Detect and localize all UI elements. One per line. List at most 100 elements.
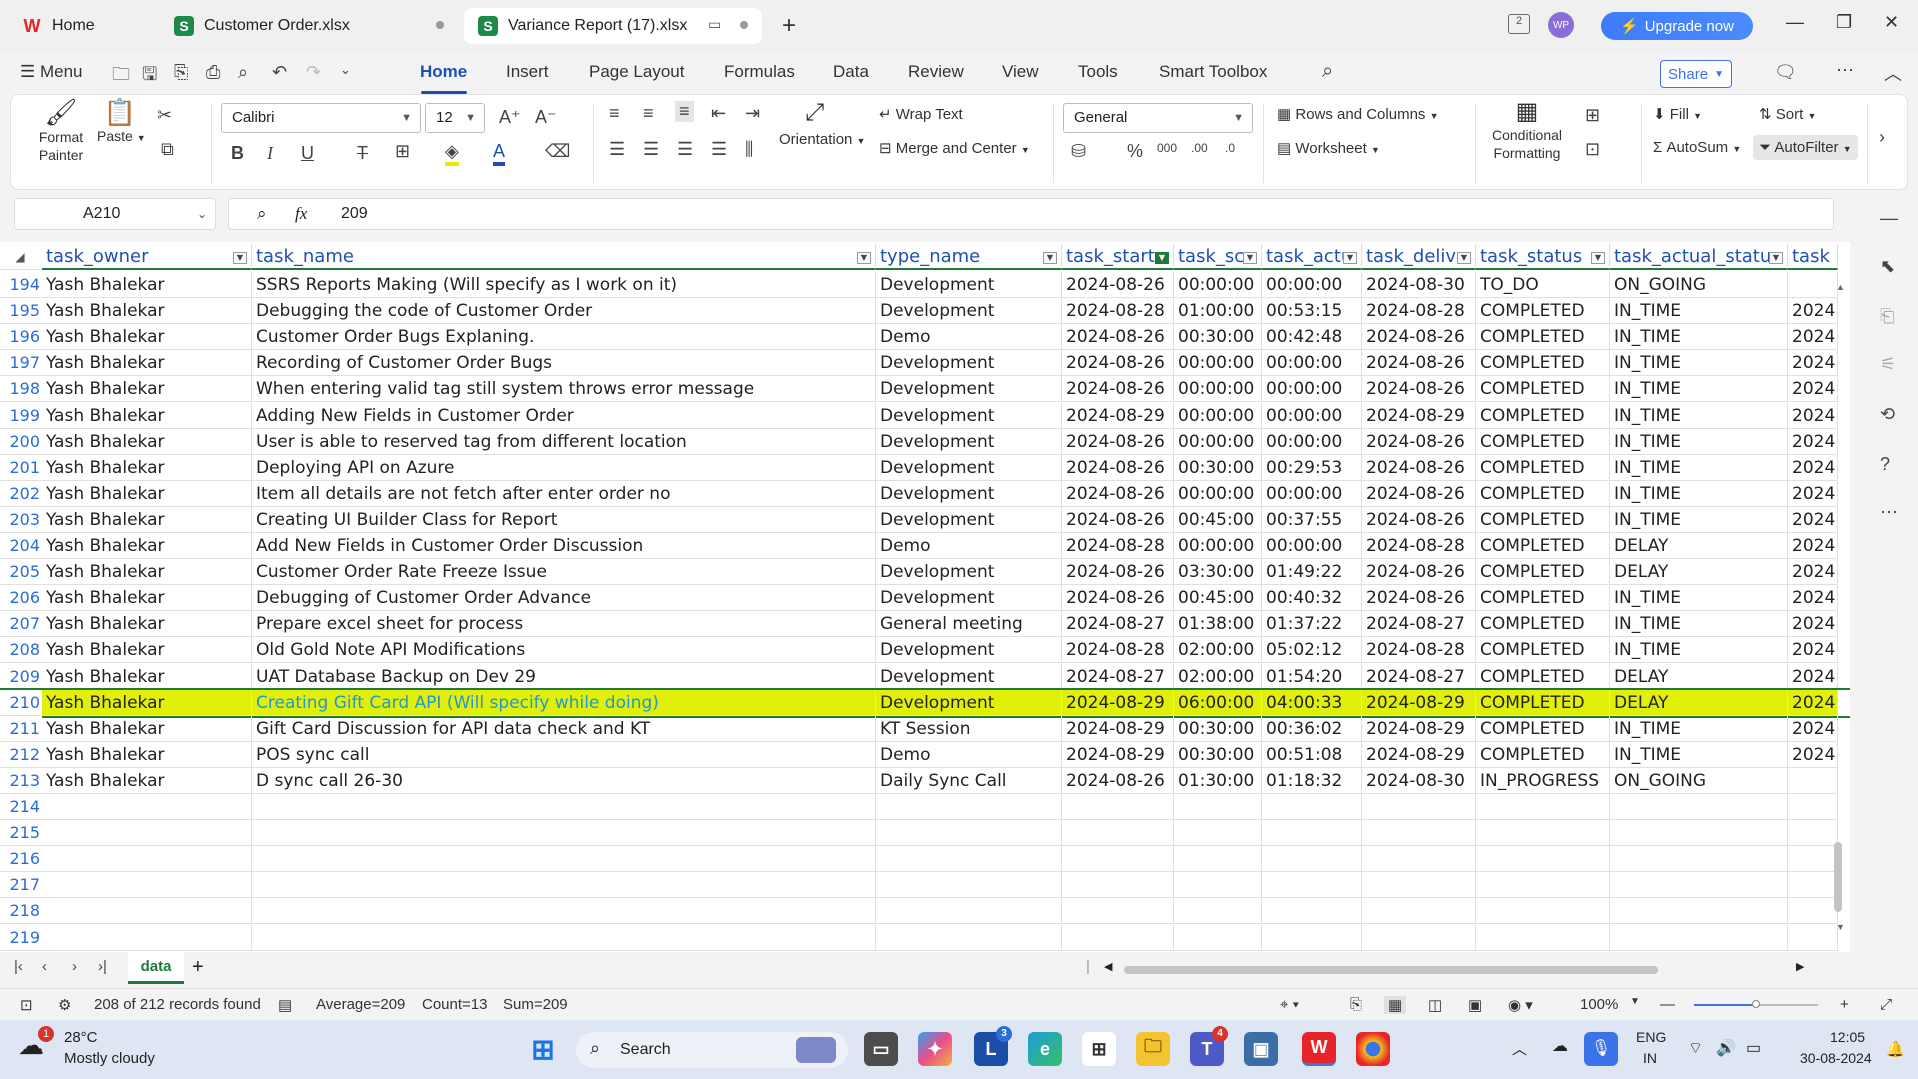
row-number[interactable]: 208 (0, 637, 42, 664)
cell-task-name[interactable] (252, 872, 876, 899)
cell-task-delivery[interactable]: 2024-08-27 (1362, 663, 1476, 690)
justify-icon[interactable]: ☰ (711, 139, 727, 160)
cell-task-start[interactable]: 2024-08-26 (1062, 350, 1174, 377)
cell-type-name[interactable]: Development (876, 402, 1062, 429)
cell-task-start[interactable]: 2024-08-26 (1062, 767, 1174, 794)
cell-type-name[interactable]: Demo (876, 533, 1062, 559)
table-format-icon[interactable]: ⊡ (1585, 139, 1600, 160)
scroll-up-icon[interactable]: ▲ (1836, 282, 1845, 292)
cell-task-name[interactable] (252, 846, 876, 873)
cell-task-owner[interactable]: Yash Bhalekar (42, 637, 252, 664)
cell-task-delivery[interactable]: 2024-08-28 (1362, 533, 1476, 559)
align-center-icon[interactable]: ☰ (643, 139, 659, 160)
cell-task-actual[interactable]: 01:18:32 (1262, 767, 1362, 794)
cell-task-actual[interactable]: 04:00:33 (1262, 689, 1362, 716)
cell-task-start[interactable] (1062, 820, 1174, 847)
cell-task-actual-status[interactable]: IN_TIME (1610, 376, 1788, 403)
bold-icon[interactable]: B (231, 143, 244, 164)
filter-dropdown-icon[interactable]: ▼ (1457, 252, 1471, 264)
cell-task-name[interactable]: Customer Order Rate Freeze Issue (252, 559, 876, 586)
cell-task-delivery[interactable]: 2024-08-26 (1362, 559, 1476, 586)
microsoft-store-icon[interactable]: ⊞ (1082, 1032, 1116, 1066)
borders-icon[interactable]: ⊞ (395, 141, 410, 162)
filter-dropdown-icon[interactable]: ▼ (1343, 252, 1357, 264)
font-color-icon[interactable]: A (493, 141, 506, 166)
next-sheet-icon[interactable]: › (72, 958, 77, 975)
share-icon[interactable]: ⎗ (1880, 306, 1894, 327)
page-layout-view-icon[interactable]: ◫ (1428, 996, 1442, 1014)
cell-task-actual-status[interactable]: DELAY (1610, 533, 1788, 559)
format-painter-button[interactable]: 🖌 Format Painter (29, 97, 93, 164)
statistics-icon[interactable]: ▤ (278, 996, 292, 1014)
cell-task-extra[interactable] (1788, 272, 1838, 298)
cell-task-status[interactable]: COMPLETED (1476, 376, 1610, 403)
align-right-icon[interactable]: ☰ (677, 139, 693, 160)
cell-task-scheduled[interactable]: 01:30:00 (1174, 767, 1262, 794)
cell-task-start[interactable] (1062, 846, 1174, 873)
cell-task-scheduled[interactable] (1174, 794, 1262, 820)
cell-task-start[interactable]: 2024-08-28 (1062, 637, 1174, 664)
first-sheet-icon[interactable]: |‹ (14, 958, 23, 975)
copy-icon[interactable]: ⧉ (161, 139, 174, 160)
cell-task-name[interactable]: Item all details are not fetch after ent… (252, 480, 876, 507)
monitor-icon[interactable]: ▭ (708, 16, 721, 33)
clear-format-icon[interactable]: ⌫ (545, 141, 570, 162)
column-header-type-name[interactable]: type_name ▼ (876, 244, 1062, 270)
cell-type-name[interactable]: Development (876, 689, 1062, 716)
clock-time[interactable]: 12:05 (1830, 1029, 1865, 1045)
cell-task-actual[interactable]: 00:29:53 (1262, 454, 1362, 481)
cell-type-name[interactable] (876, 794, 1062, 820)
cell-type-name[interactable]: Development (876, 559, 1062, 586)
cell-task-name[interactable]: User is able to reserved tag from differ… (252, 428, 876, 455)
row-number[interactable]: 212 (0, 741, 42, 768)
cell-task-owner[interactable]: Yash Bhalekar (42, 428, 252, 455)
cell-task-scheduled[interactable]: 00:00:00 (1174, 350, 1262, 377)
filter-dropdown-icon[interactable]: ▼ (1043, 252, 1057, 264)
cell-type-name[interactable]: Daily Sync Call (876, 767, 1062, 794)
print-preview-icon[interactable]: ⌕ (238, 62, 248, 83)
filter-dropdown-icon[interactable]: ▼ (233, 252, 247, 264)
wifi-icon[interactable]: ⌔ (1688, 1038, 1703, 1058)
cell-task-delivery[interactable]: 2024-08-30 (1362, 272, 1476, 298)
table-row[interactable]: 203 Yash Bhalekar Creating UI Builder Clas… (0, 506, 1850, 533)
cell-task-delivery[interactable]: 2024-08-26 (1362, 480, 1476, 507)
increase-decimal-icon[interactable]: .00 (1191, 141, 1208, 155)
table-row[interactable]: 197 Yash Bhalekar Recording of Customer Or… (0, 350, 1850, 377)
cell-task-delivery[interactable]: 2024-08-29 (1362, 715, 1476, 742)
history-icon[interactable]: ⟲ (1880, 404, 1895, 425)
cell-task-delivery[interactable]: 2024-08-26 (1362, 428, 1476, 455)
cell-task-name[interactable]: Gift Card Discussion for API data check … (252, 715, 876, 742)
table-row[interactable]: 212 Yash Bhalekar POS sync call Demo 2024-08… (0, 741, 1850, 768)
chevron-down-icon[interactable]: ⌄ (340, 62, 351, 78)
formula-input[interactable]: ⌕ fx 209 (228, 198, 1834, 230)
worksheet-button[interactable]: ▤ Worksheet ▼ (1277, 139, 1380, 157)
cell-task-actual-status[interactable] (1610, 924, 1788, 951)
cell-task-delivery[interactable]: 2024-08-28 (1362, 637, 1476, 664)
row-number[interactable]: 194 (0, 272, 42, 298)
cell-task-actual[interactable]: 00:00:00 (1262, 428, 1362, 455)
cell-task-owner[interactable]: Yash Bhalekar (42, 715, 252, 742)
page-break-icon[interactable]: ⎘ (1350, 996, 1362, 1013)
cell-task-extra[interactable] (1788, 820, 1838, 847)
fill-color-icon[interactable]: ◈ (445, 141, 459, 166)
increase-font-icon[interactable]: A⁺ (499, 107, 521, 128)
tab-tools[interactable]: Tools (1078, 62, 1118, 82)
cell-task-actual-status[interactable]: IN_TIME (1610, 428, 1788, 455)
cell-task-status[interactable]: COMPLETED (1476, 715, 1610, 742)
cell-task-name[interactable]: Recording of Customer Order Bugs (252, 350, 876, 377)
cell-task-scheduled[interactable] (1174, 898, 1262, 925)
cell-task-extra[interactable]: 2024 (1788, 559, 1838, 586)
undo-icon[interactable]: ↶ (272, 62, 287, 83)
cell-task-actual[interactable]: 00:00:00 (1262, 376, 1362, 403)
percent-icon[interactable]: % (1127, 141, 1143, 162)
cell-task-name[interactable]: Debugging of Customer Order Advance (252, 585, 876, 612)
row-number[interactable]: 214 (0, 794, 42, 820)
last-sheet-icon[interactable]: ›| (98, 958, 107, 975)
cell-task-status[interactable]: COMPLETED (1476, 506, 1610, 533)
cell-task-actual[interactable] (1262, 846, 1362, 873)
cell-task-actual-status[interactable] (1610, 898, 1788, 925)
cell-task-actual-status[interactable]: DELAY (1610, 689, 1788, 716)
zoom-out-icon[interactable]: — (1660, 996, 1675, 1013)
cell-task-start[interactable] (1062, 898, 1174, 925)
cell-task-scheduled[interactable]: 06:00:00 (1174, 689, 1262, 716)
